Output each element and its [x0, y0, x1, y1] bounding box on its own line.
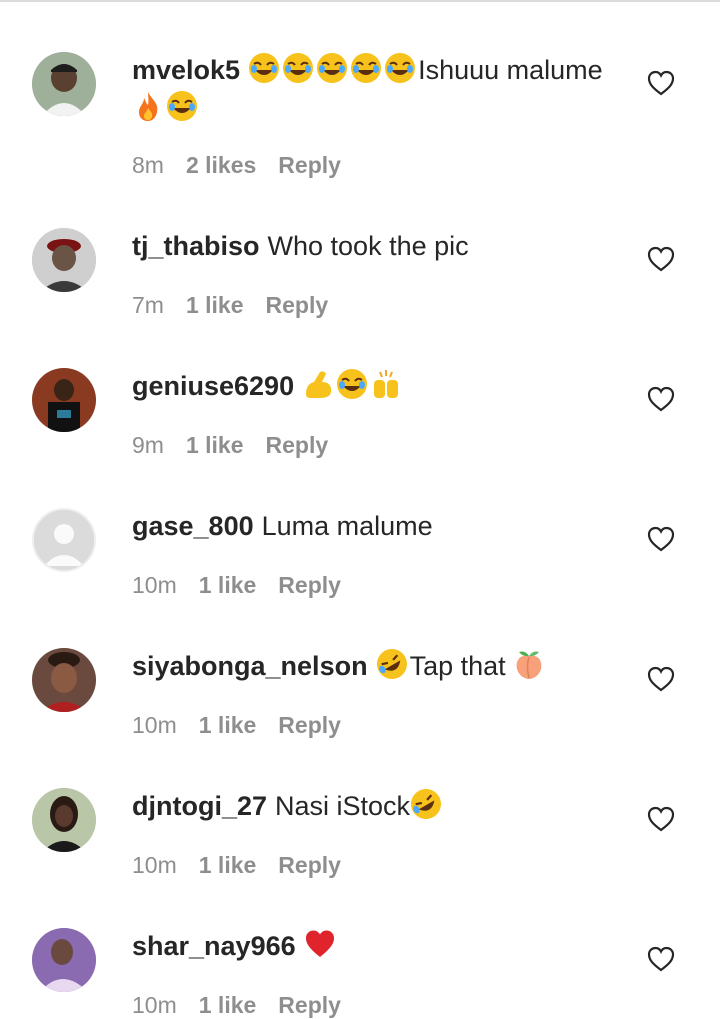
comment-meta: 9m 1 like Reply [132, 432, 350, 459]
comment-time: 8m [132, 152, 164, 178]
like-heart-icon[interactable] [647, 806, 675, 832]
username[interactable]: shar_nay966 [132, 931, 296, 961]
likes-count[interactable]: 1 like [199, 712, 257, 738]
like-heart-icon[interactable] [647, 246, 675, 272]
comment-text: gase_800 Luma malume [132, 507, 620, 545]
rofl-emoji [411, 789, 442, 819]
reply-button[interactable]: Reply [266, 292, 329, 318]
comment-text: djntogi_27 Nasi iStock [132, 787, 620, 825]
comment-time: 10m [132, 712, 177, 738]
comment-text: geniuse6290 [132, 367, 620, 405]
reply-button[interactable]: Reply [278, 572, 341, 598]
like-heart-icon[interactable] [647, 526, 675, 552]
raised-hands-emoji [374, 370, 399, 398]
reply-button[interactable]: Reply [266, 432, 329, 458]
comment-item: shar_nay966 10m 1 like Reply [0, 2, 720, 1018]
likes-count[interactable]: 1 like [186, 432, 244, 458]
avatar[interactable] [32, 928, 96, 992]
comment-meta: 8m 2 likes Reply [132, 152, 363, 179]
comment-text: shar_nay966 [132, 927, 620, 965]
comment-meta: 10m 1 like Reply [132, 852, 363, 879]
comment-time: 7m [132, 292, 164, 318]
reply-button[interactable]: Reply [278, 992, 341, 1018]
comment-text: siyabonga_nelson Tap that [132, 647, 620, 685]
avatar[interactable] [32, 508, 96, 572]
comment-meta: 10m 1 like Reply [132, 712, 363, 739]
comment-meta: 7m 1 like Reply [132, 292, 350, 319]
muscle-emoji [306, 371, 332, 398]
comment-time: 10m [132, 572, 177, 598]
username[interactable]: tj_thabiso [132, 231, 260, 261]
comment-body: Tap that [409, 651, 506, 681]
comment-body: Nasi iStock [275, 791, 411, 821]
username[interactable]: siyabonga_nelson [132, 651, 368, 681]
avatar[interactable] [32, 648, 96, 712]
comment-body: Who took the pic [267, 231, 469, 261]
comment-meta: 10m 1 like Reply [132, 992, 363, 1019]
rofl-emoji [376, 649, 407, 679]
username[interactable]: geniuse6290 [132, 371, 294, 401]
likes-count[interactable]: 1 like [199, 992, 257, 1018]
likes-count[interactable]: 2 likes [186, 152, 256, 178]
comment-time: 10m [132, 852, 177, 878]
comment-text: tj_thabiso Who took the pic [132, 227, 620, 265]
like-heart-icon[interactable] [647, 946, 675, 972]
likes-count[interactable]: 1 like [199, 852, 257, 878]
like-heart-icon[interactable] [647, 666, 675, 692]
like-heart-icon[interactable] [647, 386, 675, 412]
comment-time: 9m [132, 432, 164, 458]
likes-count[interactable]: 1 like [199, 572, 257, 598]
reply-button[interactable]: Reply [278, 152, 341, 178]
username[interactable]: djntogi_27 [132, 791, 267, 821]
red-heart-emoji [305, 930, 334, 957]
likes-count[interactable]: 1 like [186, 292, 244, 318]
comment-meta: 10m 1 like Reply [132, 572, 363, 599]
avatar[interactable] [32, 228, 96, 292]
username[interactable]: gase_800 [132, 511, 254, 541]
reply-button[interactable]: Reply [278, 852, 341, 878]
avatar[interactable] [32, 788, 96, 852]
avatar[interactable] [32, 368, 96, 432]
joy-emoji [337, 369, 368, 399]
reply-button[interactable]: Reply [278, 712, 341, 738]
peach-emoji [516, 651, 542, 679]
comment-time: 10m [132, 992, 177, 1018]
comment-body: Luma malume [261, 511, 433, 541]
